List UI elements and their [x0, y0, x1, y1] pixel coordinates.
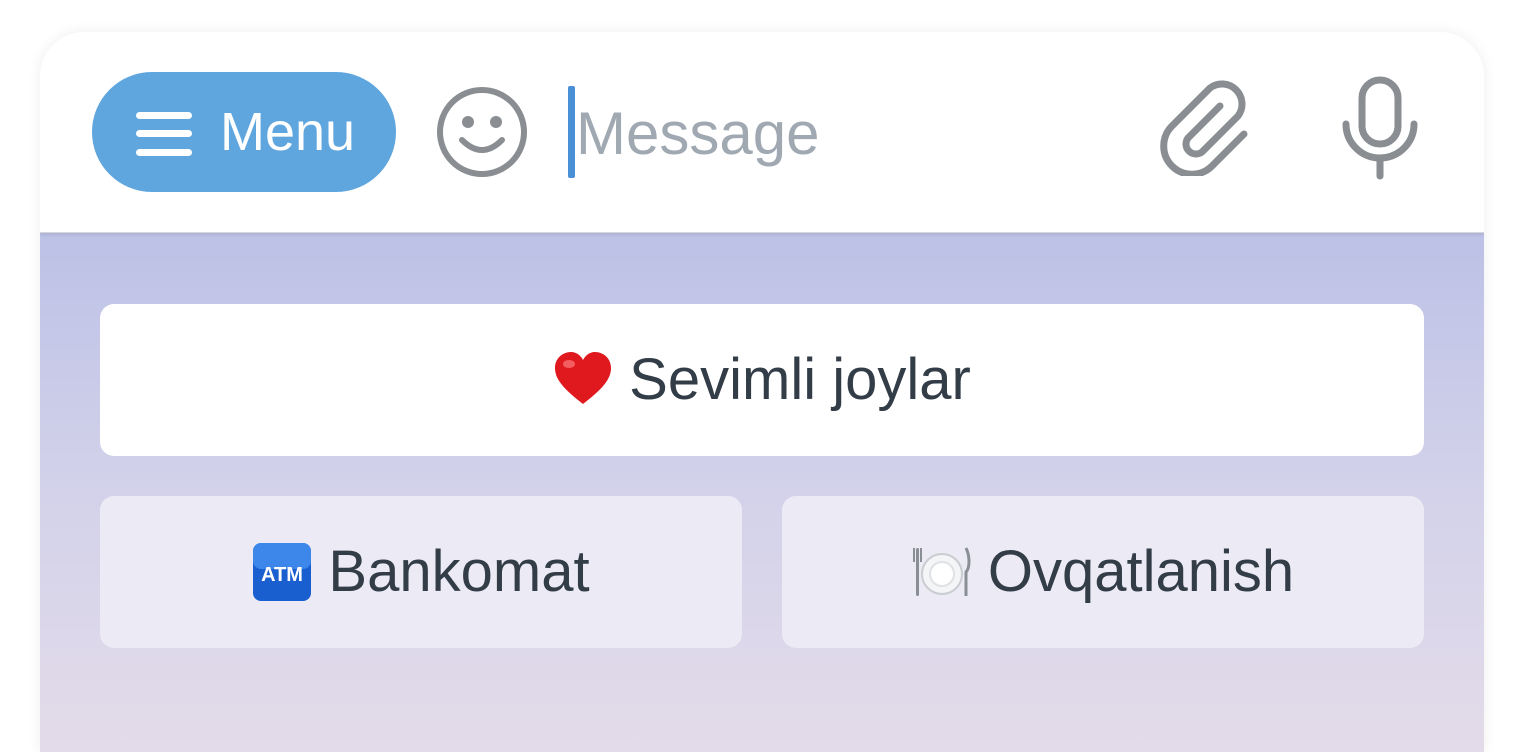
reply-keyboard: Sevimli joylar ATM Bankomat Ovqatlanish [40, 232, 1484, 752]
hamburger-icon [136, 112, 192, 156]
keyboard-button-label: Ovqatlanish [987, 539, 1295, 604]
atm-sign-emoji: ATM [252, 542, 312, 602]
message-input-bar: Menu [40, 32, 1484, 233]
keyboard-button-ovqatlanish[interactable]: Ovqatlanish [782, 496, 1424, 648]
bot-menu-button[interactable]: Menu [92, 72, 396, 192]
paperclip-icon[interactable] [1158, 76, 1254, 178]
fork-knife-plate-emoji [912, 542, 972, 602]
text-cursor [568, 86, 575, 178]
keyboard-button-label: Bankomat [328, 539, 590, 604]
red-heart-emoji [553, 350, 613, 410]
keyboard-button-sevimli-joylar[interactable]: Sevimli joylar [100, 304, 1424, 456]
keyboard-button-label: Sevimli joylar [629, 347, 971, 412]
microphone-icon[interactable] [1338, 76, 1422, 180]
smiley-icon[interactable] [434, 84, 530, 180]
menu-button-label: Menu [220, 102, 356, 162]
chat-composer-panel: Menu Message Sevimli joylar ATM Bankomat… [40, 32, 1484, 752]
message-input[interactable] [576, 88, 1136, 178]
keyboard-button-bankomat[interactable]: ATM Bankomat [100, 496, 742, 648]
svg-text:ATM: ATM [262, 564, 304, 586]
